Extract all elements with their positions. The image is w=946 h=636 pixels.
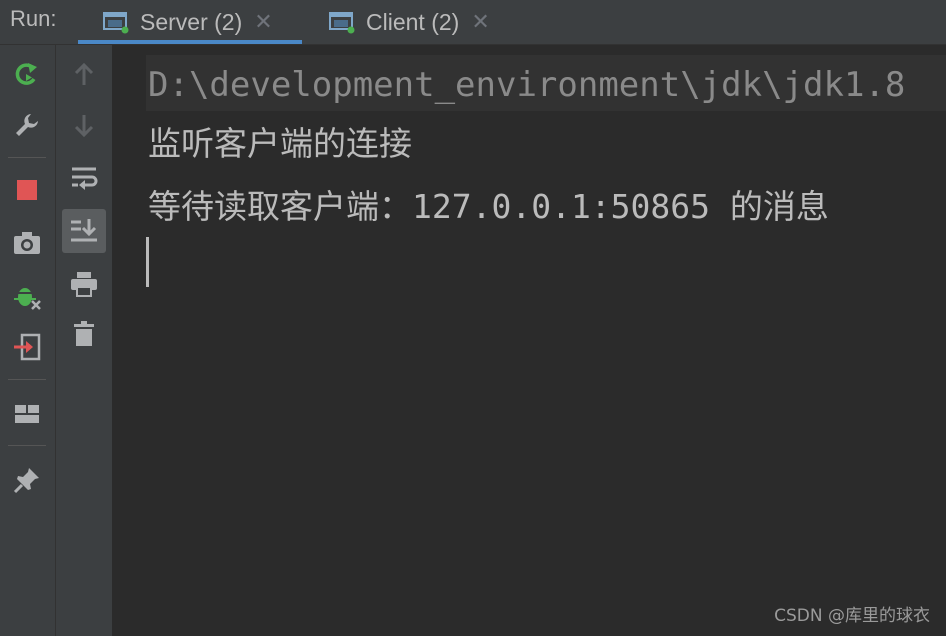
run-label: Run:: [10, 6, 57, 31]
console-window-icon: [328, 10, 356, 34]
command-line: D:\development_environment\jdk\jdk1.8: [146, 55, 946, 111]
soft-wrap-icon[interactable]: [67, 161, 101, 195]
exit-icon[interactable]: [10, 330, 44, 364]
text-caret: [146, 237, 149, 287]
console-output[interactable]: D:\development_environment\jdk\jdk1.8 监听…: [113, 45, 946, 636]
arrow-up-icon[interactable]: [67, 57, 101, 91]
toolbar-separator: [8, 157, 46, 158]
stop-icon[interactable]: [10, 173, 44, 207]
trash-icon[interactable]: [67, 317, 101, 351]
layout-icon[interactable]: [10, 397, 44, 431]
active-tab-indicator: [78, 40, 302, 44]
pin-icon[interactable]: [10, 463, 44, 497]
toolbar-separator: [8, 379, 46, 380]
tab-client-label: Client (2): [366, 8, 460, 35]
close-icon[interactable]: ✕: [254, 9, 272, 35]
console-window-icon: [102, 10, 130, 34]
console-line: 等待读取客户端：127.0.0.1:50865 的消息: [148, 187, 829, 226]
scroll-to-end-icon: [71, 219, 97, 242]
toolbar-separator: [8, 445, 46, 446]
close-icon[interactable]: ✕: [471, 9, 489, 35]
camera-icon[interactable]: [10, 226, 44, 260]
arrow-down-icon[interactable]: [67, 109, 101, 143]
watermark: CSDN @库里的球衣: [774, 606, 930, 626]
print-icon[interactable]: [67, 267, 101, 301]
console-line: 监听客户端的连接: [148, 124, 412, 163]
tab-server-label: Server (2): [140, 8, 243, 35]
rerun-icon[interactable]: [10, 57, 44, 91]
tab-server[interactable]: Server (2) ✕: [78, 0, 302, 44]
wrench-icon[interactable]: [10, 108, 44, 142]
scroll-to-end-button[interactable]: [62, 209, 106, 253]
console-toolbar: [56, 45, 112, 636]
tab-client[interactable]: Client (2) ✕: [312, 0, 520, 44]
run-tool-window-header: Run: Server (2) ✕ Client (2) ✕: [0, 0, 946, 45]
debug-bug-icon[interactable]: [10, 279, 44, 313]
left-action-toolbar: [0, 45, 56, 636]
command-text: D:\development_environment\jdk\jdk1.8: [148, 65, 906, 105]
